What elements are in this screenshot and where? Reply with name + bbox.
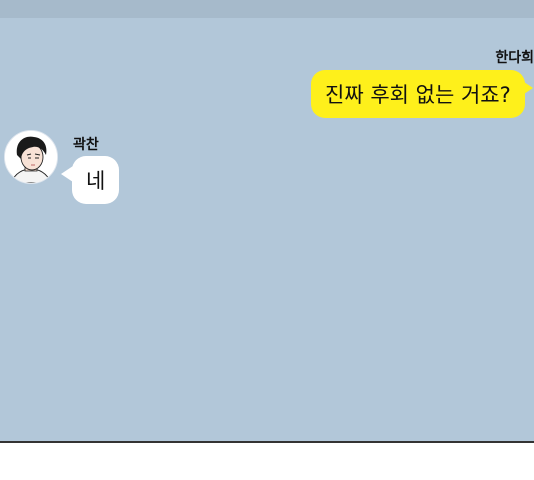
- chat-area[interactable]: 한다희 진짜 후회 없는 거죠? 곽찬 네: [0, 0, 534, 443]
- person-portrait-icon: [5, 131, 57, 183]
- bubble-tail-incoming: [61, 166, 73, 182]
- chat-screen: 한다희 진짜 후회 없는 거죠? 곽찬 네: [0, 0, 534, 480]
- message-bubble-outgoing[interactable]: 진짜 후회 없는 거죠?: [311, 70, 525, 118]
- bubble-tail-outgoing: [521, 80, 533, 96]
- avatar[interactable]: [4, 130, 58, 184]
- sender-name-right: 한다희: [495, 50, 534, 66]
- sender-name-left: 곽찬: [73, 137, 99, 153]
- message-text: 네: [86, 169, 106, 193]
- top-strip: [0, 0, 534, 18]
- message-text: 진짜 후회 없는 거죠?: [325, 83, 511, 107]
- divider: [0, 441, 534, 443]
- message-bubble-incoming[interactable]: 네: [72, 156, 120, 204]
